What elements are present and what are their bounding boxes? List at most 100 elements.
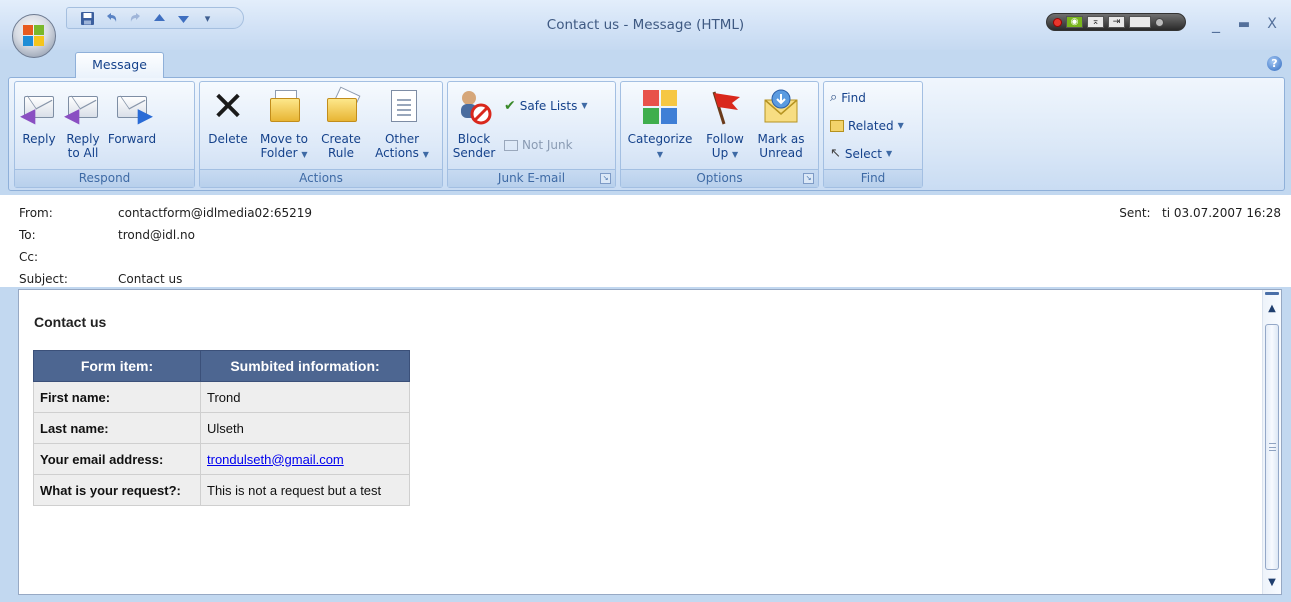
reply-all-button[interactable]: ◀ Reply to All [63, 88, 103, 160]
grip-icon [1269, 443, 1276, 451]
close-button[interactable]: X [1262, 16, 1282, 32]
not-junk-label: Not Junk [522, 138, 573, 152]
select-button[interactable]: ↖ Select ▼ [830, 144, 892, 164]
mark-as-unread-button[interactable]: Mark as Unread [755, 88, 807, 160]
message-body[interactable]: Contact us Form item: Sumbited informati… [18, 289, 1282, 595]
create-rule-icon [322, 86, 361, 126]
other-actions-icon [383, 88, 421, 126]
forward-button[interactable]: ▶ Forward [107, 88, 157, 146]
not-junk-icon [504, 139, 518, 151]
column-header: Form item: [33, 350, 201, 382]
other-actions-label-2: Actions [375, 146, 419, 160]
chevron-down-icon: ▼ [301, 150, 308, 159]
chevron-down-icon: ▼ [885, 149, 893, 158]
not-junk-button[interactable]: Not Junk [504, 135, 573, 155]
actions-group: ✕ Delete Move to Folder ▼ Create Rule Ot… [199, 81, 443, 188]
junk-email-dialog-launcher-icon[interactable]: ↘ [600, 173, 611, 184]
window-move-icon[interactable]: ⇥ [1108, 16, 1125, 28]
reply-all-icon: ◀ [64, 88, 102, 126]
follow-up-flag-icon [706, 88, 744, 126]
nvidia-icon[interactable]: ◉ [1066, 16, 1083, 28]
respond-group-label: Respond [15, 169, 194, 187]
table-row: Your email address: trondulseth@gmail.co… [33, 443, 410, 475]
other-actions-label-1: Other [384, 132, 420, 146]
select-label: Select [844, 147, 882, 161]
cc-label: Cc: [19, 250, 39, 264]
sent-value: ti 03.07.2007 16:28 [1162, 206, 1281, 220]
table-row: First name: Trond [33, 381, 410, 413]
move-to-folder-icon [265, 88, 303, 126]
block-sender-label-1: Block [457, 132, 491, 146]
title-bar: ▾ Contact us - Message (HTML) ◉ ⌅ ⇥ _ ▬ … [0, 0, 1291, 50]
office-button[interactable] [12, 14, 56, 58]
tab-message[interactable]: Message [75, 52, 164, 78]
categorize-label: Categorize [627, 132, 693, 146]
from-value[interactable]: contactform@idlmedia02:65219 [118, 206, 312, 220]
table-row: What is your request?: This is not a req… [33, 474, 410, 506]
junk-email-group-label: Junk E-mail [448, 169, 615, 187]
form-table: Form item: Sumbited information: First n… [33, 350, 410, 506]
reply-icon: ◀ [20, 88, 58, 126]
safe-lists-button[interactable]: ✔ Safe Lists ▼ [504, 96, 588, 116]
scroll-up-arrow-icon[interactable]: ▲ [1263, 302, 1281, 316]
sent-info: Sent: ti 03.07.2007 16:28 [1119, 206, 1281, 220]
chevron-down-icon: ▼ [732, 150, 739, 159]
settings-dot-icon[interactable] [1155, 17, 1164, 27]
other-actions-button[interactable]: Other Actions ▼ [372, 88, 432, 162]
follow-up-button[interactable]: Follow Up ▼ [701, 88, 749, 162]
options-group-label: Options [621, 169, 818, 187]
categorize-icon [641, 88, 679, 126]
maximize-button[interactable]: ▬ [1234, 17, 1254, 32]
block-sender-button[interactable]: Block Sender [452, 88, 496, 160]
move-to-folder-button[interactable]: Move to Folder ▼ [256, 88, 312, 162]
forward-label: Forward [107, 132, 157, 146]
create-rule-label-2: Rule [327, 146, 355, 160]
window-pin-icon[interactable]: ⌅ [1087, 16, 1104, 28]
delete-button[interactable]: ✕ Delete [206, 87, 250, 146]
email-heading: Contact us [34, 314, 107, 330]
actions-group-label: Actions [200, 169, 442, 187]
categorize-button[interactable]: Categorize ▼ [625, 88, 695, 162]
scroll-down-arrow-icon[interactable]: ▼ [1263, 576, 1281, 590]
mark-as-unread-label-1: Mark as [757, 132, 805, 146]
follow-up-label-2: Up [711, 146, 729, 160]
forward-icon: ▶ [113, 88, 153, 126]
scrollbar-split-handle[interactable] [1265, 292, 1279, 295]
scrollbar-thumb[interactable] [1265, 324, 1279, 570]
create-rule-label-1: Create [321, 132, 361, 146]
office-logo-icon [23, 25, 45, 47]
from-label: From: [19, 206, 53, 220]
table-cell-value: Ulseth [200, 412, 410, 444]
move-to-label-1: Move to [259, 132, 309, 146]
chevron-down-icon: ▼ [422, 150, 429, 159]
subject-value: Contact us [118, 272, 183, 286]
respond-group: ◀ Reply ◀ Reply to All ▶ Forward Respond [14, 81, 195, 188]
to-label: To: [19, 228, 36, 242]
sent-label: Sent: [1119, 206, 1151, 220]
table-header-row: Form item: Sumbited information: [33, 350, 410, 382]
related-button[interactable]: Related ▼ [830, 116, 904, 136]
options-dialog-launcher-icon[interactable]: ↘ [803, 173, 814, 184]
mark-as-unread-icon [762, 88, 800, 126]
table-cell-label: First name: [33, 381, 201, 413]
vertical-scrollbar[interactable]: ▲ ▼ [1262, 290, 1281, 594]
record-icon[interactable] [1053, 17, 1062, 27]
find-group-label: Find [824, 169, 922, 187]
create-rule-button[interactable]: Create Rule [316, 86, 366, 160]
minimize-button[interactable]: _ [1206, 14, 1226, 33]
to-value[interactable]: trond@idl.no [118, 228, 195, 242]
table-cell-label: Last name: [33, 412, 201, 444]
options-group: Categorize ▼ Follow Up ▼ Mark as Unread … [620, 81, 819, 188]
window-resize-icon[interactable] [1129, 16, 1151, 28]
find-button[interactable]: ⌕ Find [830, 88, 866, 108]
move-to-label-2: Folder [260, 146, 298, 160]
related-label: Related [848, 119, 894, 133]
help-icon[interactable]: ? [1267, 56, 1282, 71]
ribbon: ◀ Reply ◀ Reply to All ▶ Forward Respond… [8, 77, 1285, 191]
email-link[interactable]: trondulseth@gmail.com [207, 452, 344, 467]
chevron-down-icon: ▼ [897, 121, 904, 130]
reply-button[interactable]: ◀ Reply [19, 88, 59, 146]
table-cell-value: This is not a request but a test [200, 474, 410, 506]
find-group: ⌕ Find Related ▼ ↖ Select ▼ Find [823, 81, 923, 188]
follow-up-label-1: Follow [706, 132, 744, 146]
